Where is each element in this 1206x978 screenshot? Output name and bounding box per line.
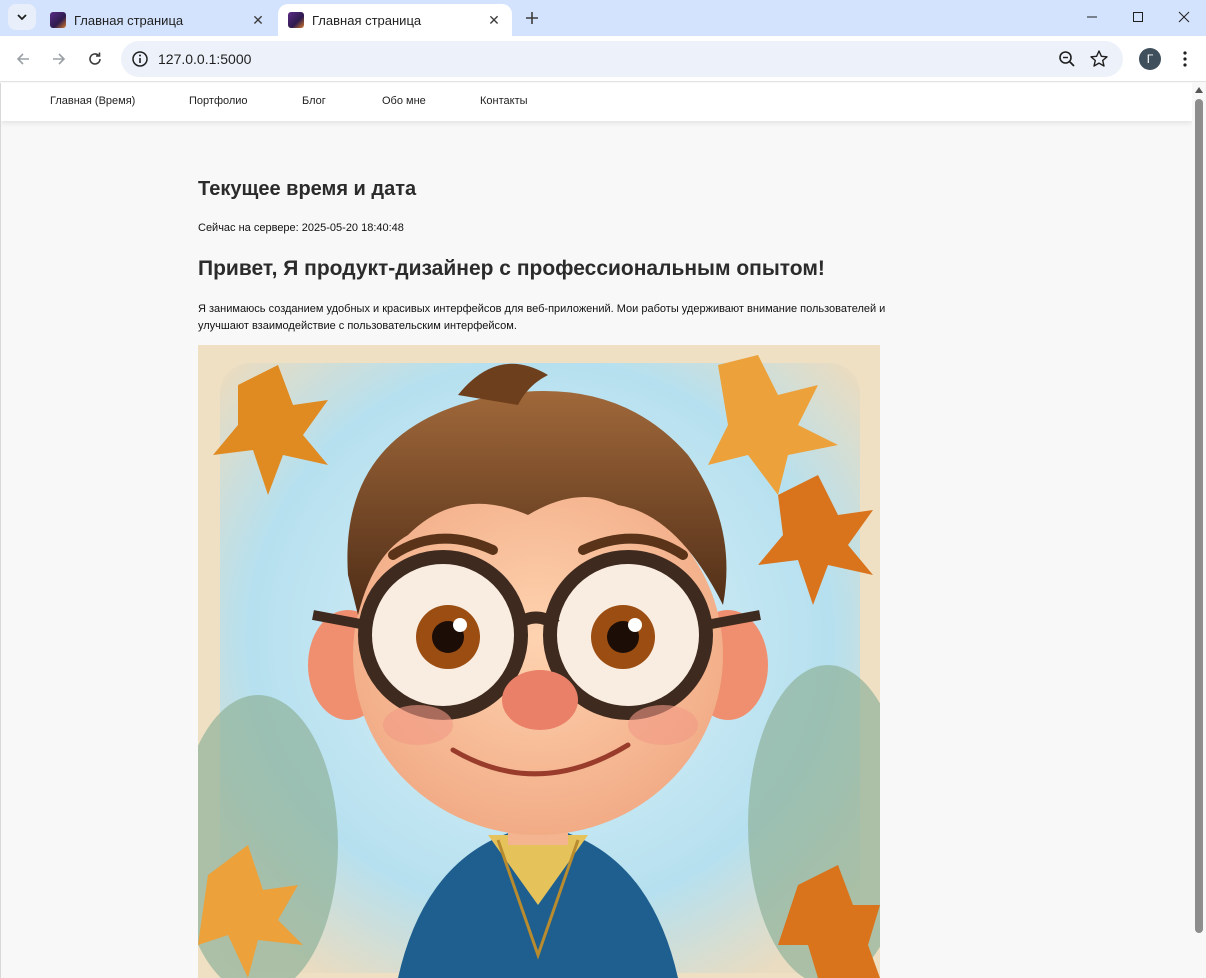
zoom-icon[interactable] xyxy=(1057,49,1077,69)
close-tab-icon[interactable]: ✕ xyxy=(484,10,504,30)
back-button[interactable] xyxy=(9,45,37,73)
nav-link-about[interactable]: Обо мне xyxy=(382,95,426,107)
forward-button[interactable] xyxy=(45,45,73,73)
reload-button[interactable] xyxy=(81,45,109,73)
page-scrollbar[interactable] xyxy=(1192,83,1206,978)
close-window-button[interactable] xyxy=(1161,0,1206,34)
reload-icon xyxy=(89,52,101,65)
plus-icon xyxy=(526,12,538,24)
arrow-left-icon xyxy=(16,53,29,65)
site-navigation: Главная (Время) Портфолио Блог Обо мне К… xyxy=(1,83,1192,121)
profile-avatar[interactable]: Г xyxy=(1139,48,1161,70)
hero-description: Я занимаюсь созданием удобных и красивых… xyxy=(198,303,886,332)
arrow-right-icon xyxy=(53,53,66,65)
nav-link-portfolio[interactable]: Портфолио xyxy=(189,95,248,107)
hero-heading: Привет, Я продукт-дизайнер с профессиона… xyxy=(198,257,825,280)
maximize-button[interactable] xyxy=(1115,0,1161,34)
nav-link-home[interactable]: Главная (Время) xyxy=(50,95,135,107)
address-bar[interactable]: 127.0.0.1:5000 xyxy=(121,41,1123,77)
site-favicon-icon xyxy=(50,12,66,28)
site-favicon-icon xyxy=(288,12,304,28)
new-tab-button[interactable] xyxy=(520,6,544,30)
tab-search-button[interactable] xyxy=(8,4,36,30)
browser-menu-button[interactable] xyxy=(1174,48,1196,70)
page-viewport: Главная (Время) Портфолио Блог Обо мне К… xyxy=(0,83,1192,978)
server-time-text: Сейчас на сервере: 2025-05-20 18:40:48 xyxy=(198,222,404,234)
close-tab-icon[interactable]: ✕ xyxy=(248,10,268,30)
scrollbar-thumb[interactable] xyxy=(1195,99,1203,933)
more-vert-icon xyxy=(1183,51,1187,67)
minimize-button[interactable] xyxy=(1069,0,1115,34)
nav-link-blog[interactable]: Блог xyxy=(302,95,326,107)
chevron-down-icon xyxy=(17,14,27,21)
close-icon xyxy=(1178,11,1190,23)
designer-portrait-image xyxy=(198,345,880,978)
nav-link-contacts[interactable]: Контакты xyxy=(480,95,528,107)
tab-title: Главная страница xyxy=(74,12,184,28)
scroll-up-arrow-icon[interactable] xyxy=(1195,87,1203,93)
tab-strip: Главная страница ✕ Главная страница ✕ xyxy=(0,0,1206,36)
info-icon[interactable] xyxy=(131,50,149,68)
url-text[interactable]: 127.0.0.1:5000 xyxy=(158,51,251,67)
browser-toolbar: 127.0.0.1:5000 Г xyxy=(0,36,1206,82)
browser-tab-2[interactable]: Главная страница ✕ xyxy=(278,4,512,36)
browser-tab-1[interactable]: Главная страница ✕ xyxy=(40,4,276,36)
maximize-icon xyxy=(1133,12,1143,22)
bookmark-star-icon[interactable] xyxy=(1089,49,1109,69)
time-heading: Текущее время и дата xyxy=(198,178,417,200)
tab-title: Главная страница xyxy=(312,12,422,28)
minimize-icon xyxy=(1087,16,1097,18)
